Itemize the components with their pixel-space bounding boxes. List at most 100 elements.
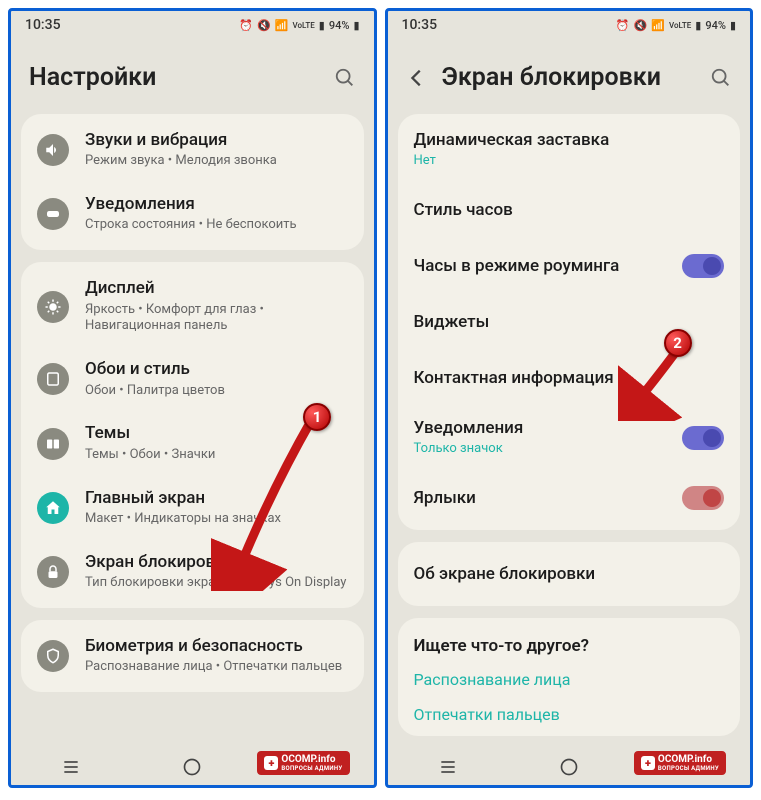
volte-icon: VoLTE: [669, 21, 691, 30]
wifi-icon: 📶: [275, 19, 289, 32]
row-title: Обои и стиль: [85, 359, 348, 380]
row-title: Динамическая заставка: [414, 130, 725, 151]
settings-row[interactable]: Стиль часов: [398, 182, 741, 238]
mute-icon: 🔇: [634, 19, 648, 32]
settings-card: Дисплей Яркость • Комфорт для глаз • Нави…: [21, 262, 364, 608]
other-link[interactable]: Отпечатки пальцев: [398, 697, 741, 732]
status-icons: ⏰ 🔇 📶 VoLTE ▮ 94% ▮: [616, 19, 736, 32]
settings-row[interactable]: Ярлыки: [398, 470, 741, 526]
alarm-icon: ⏰: [239, 19, 253, 32]
speaker-icon: [37, 134, 69, 166]
nav-bar: + OCOMP.info ВОПРОСЫ АДМИНУ: [388, 747, 751, 785]
nav-recent-icon[interactable]: [61, 757, 81, 777]
status-time: 10:35: [25, 17, 61, 33]
settings-row[interactable]: Дисплей Яркость • Комфорт для глаз • Нави…: [21, 266, 364, 347]
row-subtitle: Обои • Палитра цветов: [85, 383, 348, 400]
settings-row[interactable]: Уведомления Только значок: [398, 406, 741, 470]
search-icon[interactable]: [334, 67, 356, 89]
row-title: Уведомления: [85, 194, 348, 215]
row-title: Биометрия и безопасность: [85, 636, 348, 657]
battery-text: 94%: [705, 19, 726, 32]
watermark-badge: + OCOMP.info ВОПРОСЫ АДМИНУ: [257, 751, 349, 775]
toggle-switch[interactable]: [682, 426, 724, 450]
watermark-sub: ВОПРОСЫ АДМИНУ: [658, 765, 719, 772]
link-text: Отпечатки пальцев: [414, 705, 560, 724]
mute-icon: 🔇: [257, 19, 271, 32]
settings-row[interactable]: Биометрия и безопасность Распознавание ли…: [21, 624, 364, 688]
row-subtitle: Макет • Индикаторы на значках: [85, 511, 348, 528]
row-title: Ярлыки: [414, 488, 683, 509]
plus-icon: +: [641, 756, 655, 770]
nav-home-icon[interactable]: [559, 757, 579, 777]
row-subtitle: Тип блокировки экрана • Always On Displa…: [85, 575, 348, 592]
alarm-icon: ⏰: [616, 19, 630, 32]
row-subtitle: Яркость • Комфорт для глаз • Навигационн…: [85, 302, 348, 336]
settings-row[interactable]: Звуки и вибрация Режим звука • Мелодия зв…: [21, 118, 364, 182]
other-heading: Ищете что-то другое?: [398, 622, 741, 662]
display-icon: [37, 291, 69, 323]
row-title: Дисплей: [85, 278, 348, 299]
header: Экран блокировки: [388, 37, 751, 114]
settings-row[interactable]: Экран блокировки Тип блокировки экрана • …: [21, 540, 364, 604]
row-title: Об экране блокировки: [414, 564, 725, 585]
plus-icon: +: [264, 756, 278, 770]
signal-icon: ▮: [695, 19, 701, 32]
row-subtitle: Нет: [414, 153, 725, 170]
toggle-switch[interactable]: [682, 254, 724, 278]
battery-text: 94%: [329, 19, 350, 32]
settings-card: Звуки и вибрация Режим звука • Мелодия зв…: [21, 114, 364, 250]
notify-icon: [37, 198, 69, 230]
annotation-marker-1: 1: [303, 403, 331, 431]
phone-left: 10:35 ⏰ 🔇 📶 VoLTE ▮ 94% ▮ Настройки Звук…: [8, 8, 377, 788]
row-title: Часы в режиме роуминга: [414, 256, 683, 277]
row-title: Стиль часов: [414, 200, 725, 221]
row-subtitle: Строка состояния • Не беспокоить: [85, 217, 348, 234]
watermark-text: OCOMP.info: [281, 754, 342, 765]
row-subtitle: Режим звука • Мелодия звонка: [85, 153, 348, 170]
settings-row[interactable]: Обои и стиль Обои • Палитра цветов: [21, 347, 364, 411]
signal-icon: ▮: [319, 19, 325, 32]
home-icon: [37, 492, 69, 524]
status-icons: ⏰ 🔇 📶 VoLTE ▮ 94% ▮: [239, 19, 359, 32]
nav-bar: + OCOMP.info ВОПРОСЫ АДМИНУ: [11, 747, 374, 785]
watermark-text: OCOMP.info: [658, 754, 719, 765]
lockscreen-settings: Динамическая заставка Нет Стиль часов Часы …: [388, 114, 751, 747]
other-link[interactable]: Распознавание лица: [398, 662, 741, 697]
other-card: Ищете что-то другое? Распознавание лица О…: [398, 618, 741, 736]
watermark-sub: ВОПРОСЫ АДМИНУ: [281, 765, 342, 772]
page-title: Экран блокировки: [442, 63, 711, 92]
toggle-switch[interactable]: [682, 486, 724, 510]
nav-recent-icon[interactable]: [438, 757, 458, 777]
header: Настройки: [11, 37, 374, 114]
status-bar: 10:35 ⏰ 🔇 📶 VoLTE ▮ 94% ▮: [11, 11, 374, 37]
settings-row[interactable]: Уведомления Строка состояния • Не беспоко…: [21, 182, 364, 246]
volte-icon: VoLTE: [293, 21, 315, 30]
link-text: Распознавание лица: [414, 670, 571, 689]
page-title: Настройки: [29, 63, 334, 92]
row-title: Главный экран: [85, 488, 348, 509]
row-subtitle: Распознавание лица • Отпечатки пальцев: [85, 659, 348, 676]
wallpaper-icon: [37, 363, 69, 395]
settings-row[interactable]: Об экране блокировки: [398, 546, 741, 602]
lock-icon: [37, 556, 69, 588]
annotation-marker-2: 2: [664, 329, 692, 357]
settings-row[interactable]: Часы в режиме роуминга: [398, 238, 741, 294]
settings-row[interactable]: Главный экран Макет • Индикаторы на значк…: [21, 476, 364, 540]
status-bar: 10:35 ⏰ 🔇 📶 VoLTE ▮ 94% ▮: [388, 11, 751, 37]
back-icon[interactable]: [406, 67, 428, 89]
row-title: Экран блокировки: [85, 552, 348, 573]
settings-row[interactable]: Контактная информация: [398, 350, 741, 406]
row-title: Звуки и вибрация: [85, 130, 348, 151]
battery-icon: ▮: [353, 19, 359, 32]
row-subtitle: Только значок: [414, 441, 683, 458]
shield-icon: [37, 640, 69, 672]
search-icon[interactable]: [710, 67, 732, 89]
row-title: Уведомления: [414, 418, 683, 439]
nav-home-icon[interactable]: [182, 757, 202, 777]
settings-card: Об экране блокировки: [398, 542, 741, 606]
settings-row[interactable]: Динамическая заставка Нет: [398, 118, 741, 182]
phone-right: 10:35 ⏰ 🔇 📶 VoLTE ▮ 94% ▮ Экран блокиров…: [385, 8, 754, 788]
status-time: 10:35: [402, 17, 438, 33]
row-title: Контактная информация: [414, 368, 725, 389]
settings-card: Биометрия и безопасность Распознавание ли…: [21, 620, 364, 692]
